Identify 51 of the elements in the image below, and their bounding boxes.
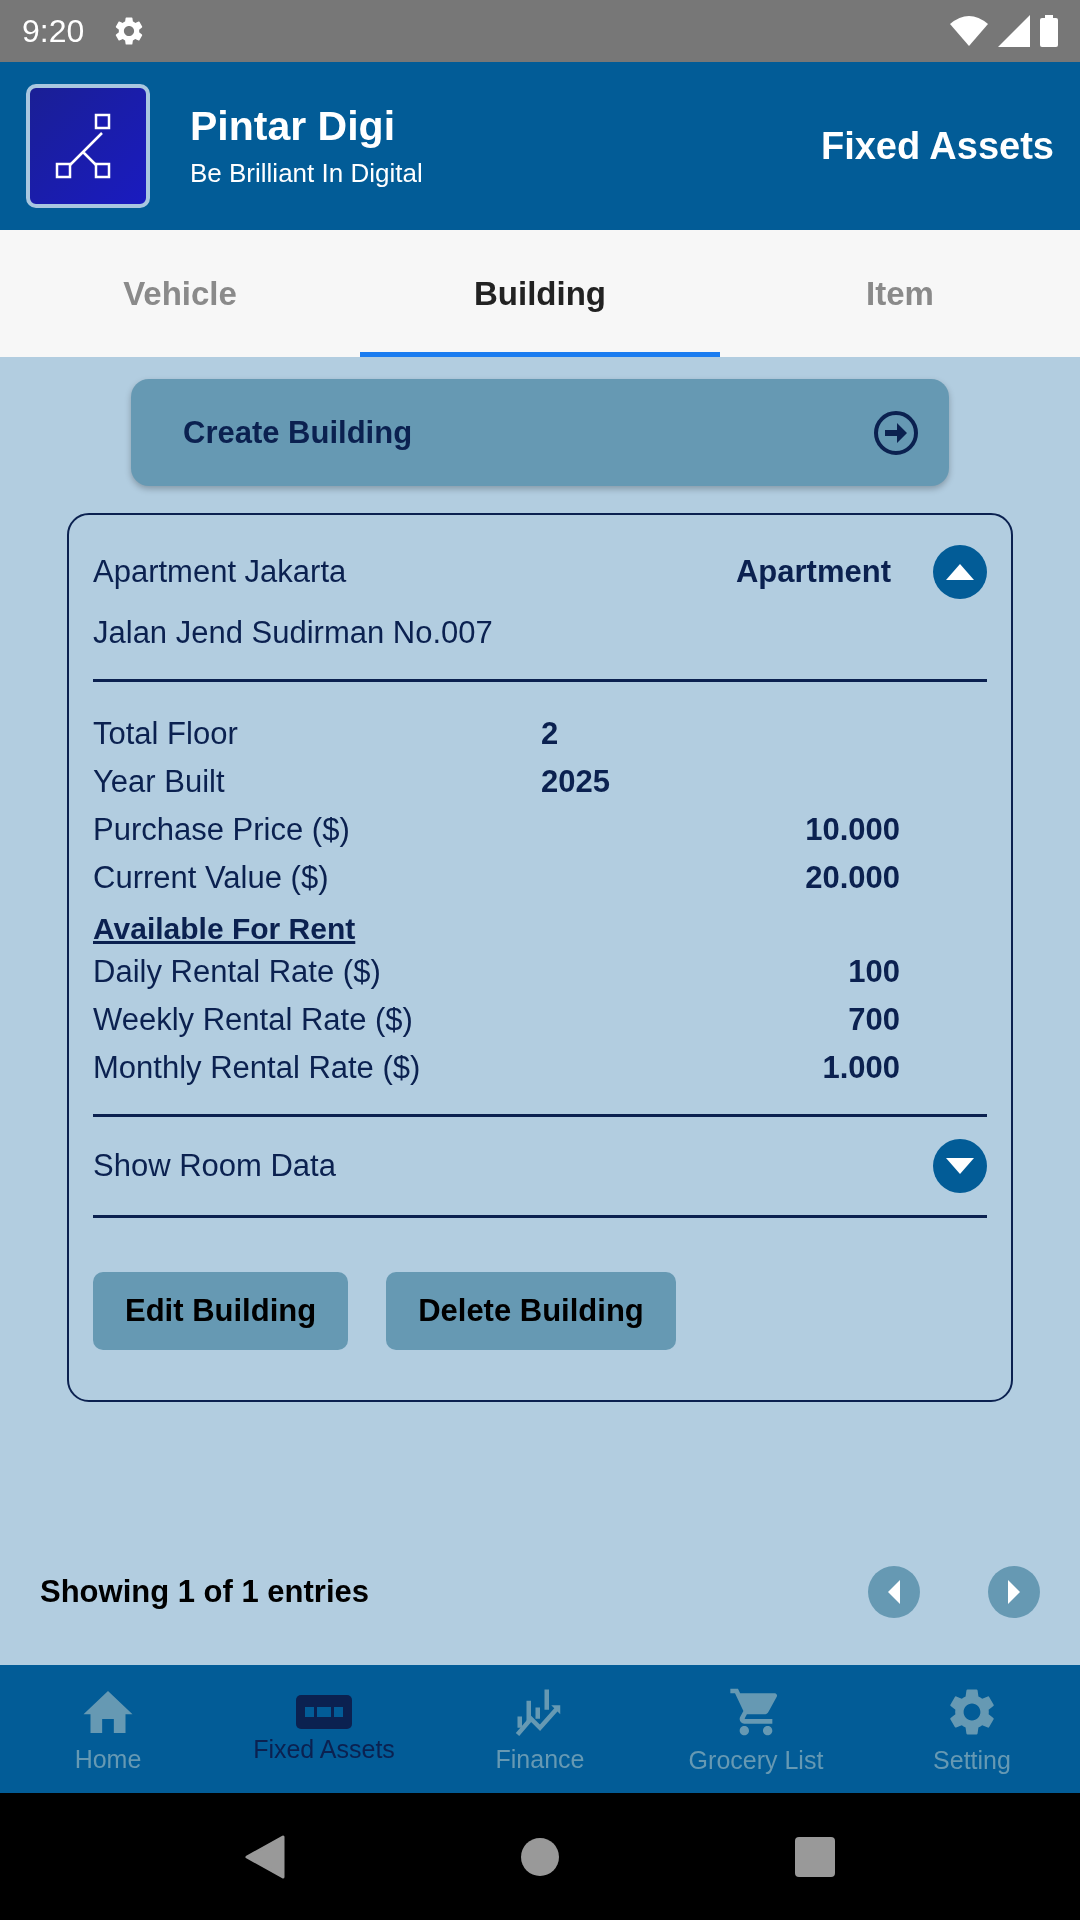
caret-left-icon (886, 1580, 902, 1604)
detail-value: 100 (848, 954, 900, 990)
detail-value: 20.000 (805, 860, 900, 896)
room-data-label: Show Room Data (93, 1148, 337, 1184)
entries-summary: Showing 1 of 1 entries (40, 1574, 370, 1610)
caret-icon (946, 564, 974, 580)
action-button[interactable]: Edit Building (93, 1272, 349, 1350)
nav-item[interactable]: Fixed Assets (216, 1665, 432, 1793)
battery-icon (1040, 15, 1058, 47)
create-building-button[interactable]: Create Building (131, 379, 949, 486)
detail-value: 2 (541, 716, 559, 752)
tab[interactable]: Item (720, 230, 1080, 357)
app-name: Pintar Digi (190, 103, 397, 150)
clock: 9:20 (22, 12, 85, 50)
caret-icon (946, 1158, 974, 1174)
signal-icon (998, 15, 1030, 47)
detail-label: Daily Rental Rate ($) (93, 954, 382, 990)
nav-item[interactable]: Finance (432, 1665, 648, 1793)
detail-value: 2025 (541, 764, 610, 800)
home-circle-icon[interactable] (520, 1836, 560, 1877)
building-type: Apartment (736, 554, 891, 590)
detail-label: Purchase Price ($) (93, 812, 351, 848)
detail-label: Monthly Rental Rate ($) (93, 1050, 422, 1086)
building-address: Jalan Jend Sudirman No.007 (93, 615, 494, 651)
detail-label: Weekly Rental Rate ($) (93, 1002, 414, 1038)
ticket-icon (296, 1694, 352, 1729)
back-icon[interactable] (245, 1834, 285, 1879)
next-page-button[interactable] (988, 1566, 1040, 1618)
wifi-icon (950, 16, 988, 46)
tab[interactable]: Building (360, 230, 720, 357)
detail-value: 700 (848, 1002, 900, 1038)
previous-page-button[interactable] (868, 1566, 920, 1618)
tab[interactable]: Vehicle (0, 230, 360, 357)
section-heading: Available For Rent (93, 912, 357, 946)
caret-right-icon (1006, 1580, 1022, 1604)
app-tagline: Be Brilliant In Digital (190, 158, 423, 189)
detail-value: 10.000 (805, 812, 900, 848)
page-title: Fixed Assets (820, 124, 1054, 168)
building-name: Apartment Jakarta (93, 554, 348, 590)
detail-value: 1.000 (822, 1050, 900, 1086)
expand-button[interactable] (933, 1139, 987, 1193)
detail-label: Year Built (93, 764, 226, 800)
arrow-right-icon (873, 409, 919, 456)
nav-item[interactable]: Setting (864, 1665, 1080, 1793)
action-button[interactable]: Delete Building (386, 1272, 676, 1350)
nav-item[interactable]: Home (0, 1665, 216, 1793)
detail-label: Current Value ($) (93, 860, 330, 896)
nav-item[interactable]: Grocery List (648, 1665, 864, 1793)
detail-label: Total Floor (93, 716, 239, 752)
recents-icon[interactable] (795, 1836, 835, 1877)
collapse-button[interactable] (933, 545, 987, 599)
